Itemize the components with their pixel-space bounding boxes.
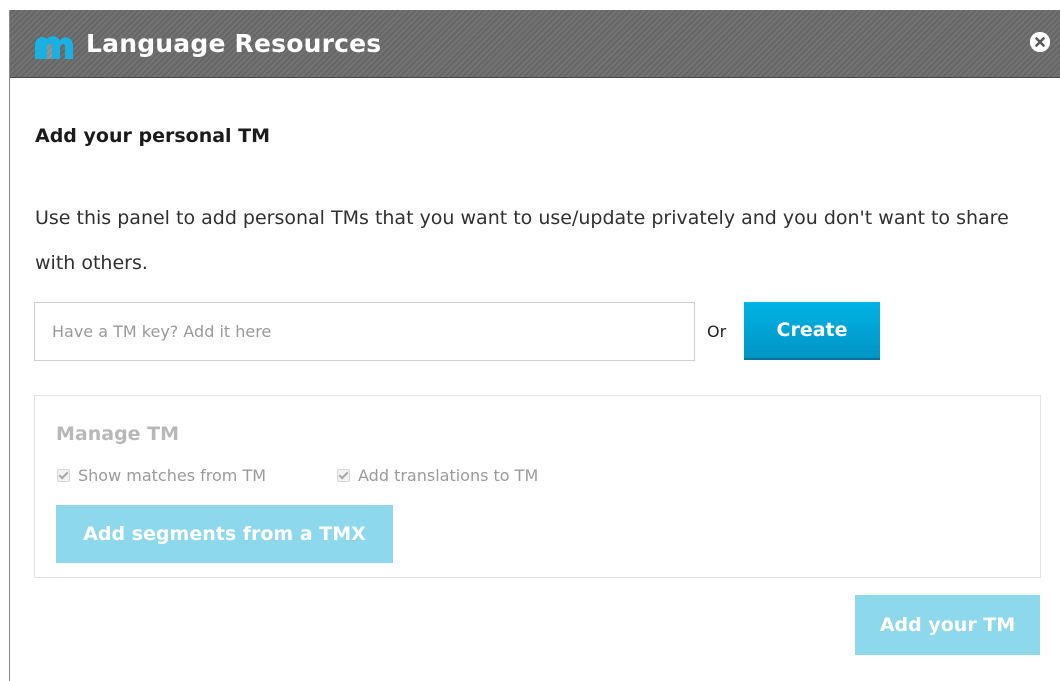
- add-translations-option[interactable]: Add translations to TM: [337, 466, 538, 485]
- add-tmx-button[interactable]: Add segments from a TMX: [56, 505, 393, 563]
- show-matches-option[interactable]: Show matches from TM: [57, 466, 266, 485]
- manage-tm-title: Manage TM: [56, 423, 180, 445]
- matecat-logo-icon: [32, 33, 76, 59]
- or-label: Or: [707, 322, 727, 341]
- show-matches-checkbox[interactable]: [57, 469, 70, 482]
- manage-tm-panel: Manage TM Show matches from TM Add trans…: [34, 395, 1041, 578]
- language-resources-dialog: Language Resources Add your personal TM …: [9, 10, 1060, 681]
- section-heading: Add your personal TM: [35, 125, 271, 147]
- panel-description: Use this panel to add personal TMs that …: [35, 207, 1009, 274]
- close-icon[interactable]: [1030, 32, 1050, 52]
- show-matches-label: Show matches from TM: [78, 466, 267, 485]
- tm-key-input[interactable]: [34, 302, 695, 361]
- create-button[interactable]: Create: [744, 302, 880, 360]
- add-translations-label: Add translations to TM: [358, 466, 539, 485]
- dialog-titlebar: Language Resources: [10, 10, 1060, 78]
- dialog-title: Language Resources: [86, 29, 382, 58]
- add-translations-checkbox[interactable]: [337, 469, 350, 482]
- add-your-tm-button[interactable]: Add your TM: [855, 595, 1040, 655]
